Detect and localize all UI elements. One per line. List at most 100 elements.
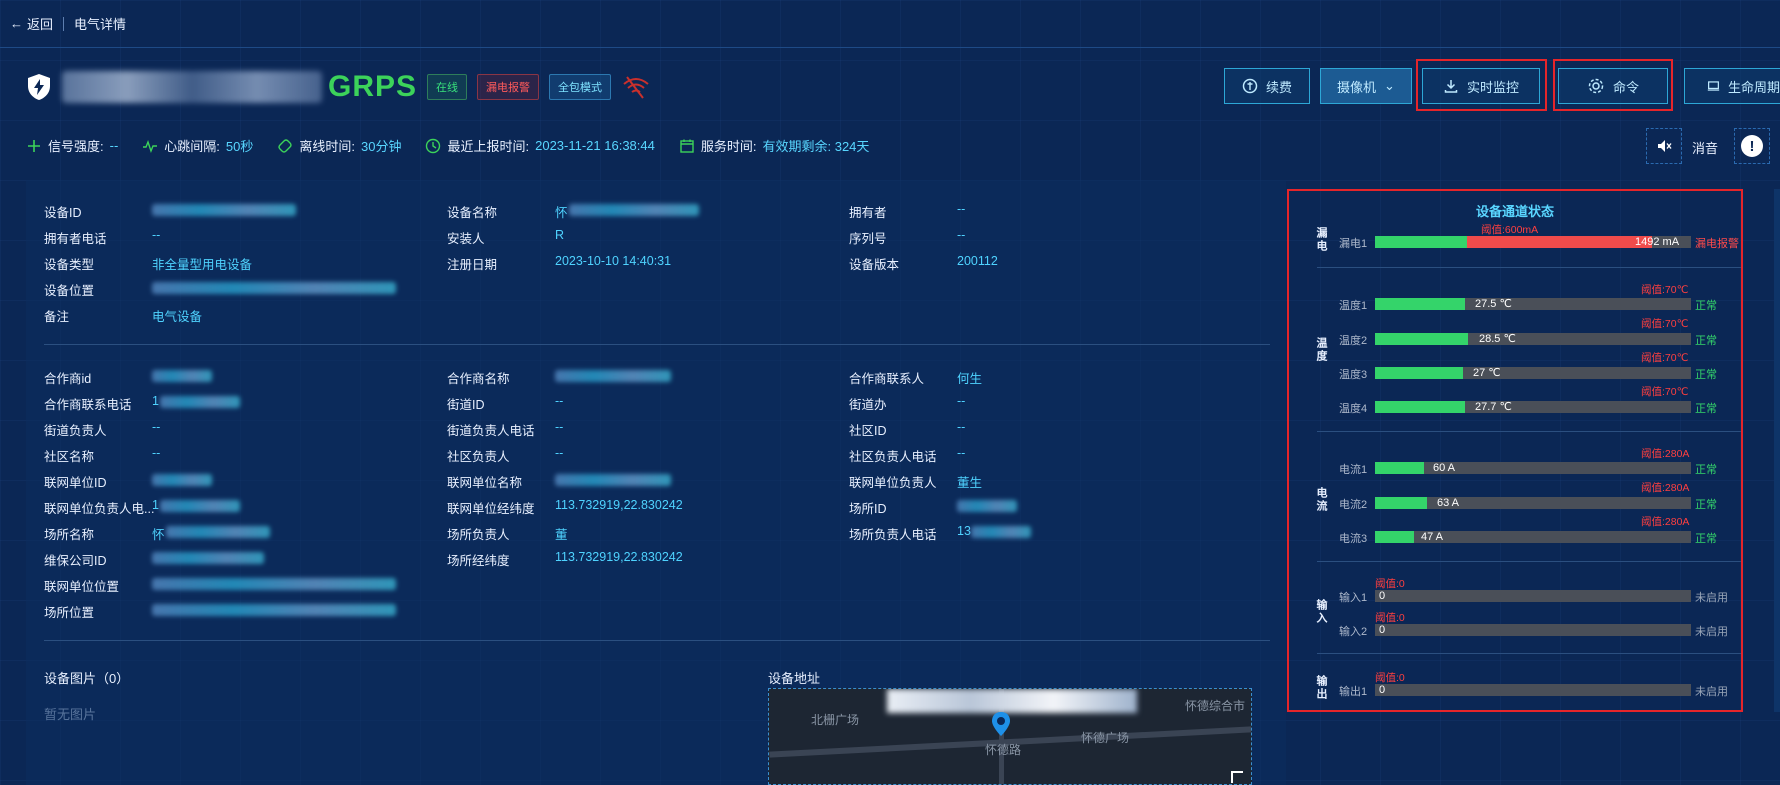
status-badge-mode: 全包模式	[549, 74, 612, 100]
channel-value: 60 A	[1433, 462, 1456, 474]
net-unit-head-phone-redacted	[160, 500, 240, 512]
shield-lightning-icon	[28, 74, 50, 100]
device-name-value: 怀	[555, 206, 568, 220]
channel-bar-fill	[1375, 531, 1414, 543]
owner-phone-label: 拥有者电话	[44, 232, 107, 246]
channel-bar-fill	[1375, 367, 1463, 379]
net-unit-name-redacted	[555, 474, 671, 486]
coin-icon	[1242, 78, 1258, 94]
channel-value: 0	[1379, 590, 1386, 602]
version-label: 设备版本	[849, 258, 900, 272]
last-report-stat: 最近上报时间: 2023-11-21 16:38:44	[425, 136, 655, 155]
exclamation-icon: !	[1741, 135, 1763, 157]
net-unit-location-label: 联网单位位置	[44, 580, 120, 594]
channel-bar-fill	[1375, 497, 1427, 509]
partner-contact-label: 合作商联系人	[849, 372, 925, 386]
group-divider	[1317, 561, 1741, 562]
heartbeat-stat: 心跳间隔: 50秒	[142, 136, 253, 155]
renew-button[interactable]: 续费	[1224, 68, 1310, 104]
scrollbar[interactable]	[1774, 189, 1780, 712]
service-stat: 服务时间: 有效期剩余: 324天	[679, 136, 869, 155]
last-report-label: 最近上报时间:	[447, 139, 530, 154]
channel-value: 27.5 ℃	[1475, 298, 1512, 310]
site-location-label: 场所位置	[44, 606, 95, 620]
register-date-label: 注册日期	[447, 258, 498, 272]
device-title: GRPS	[328, 70, 418, 103]
channel-name: 电流3	[1339, 533, 1368, 545]
community-id-label: 社区ID	[849, 424, 887, 438]
community-head-phone-value: --	[957, 446, 966, 460]
monitor-label: 实时监控	[1466, 79, 1519, 95]
channel-bar-fill	[1375, 333, 1468, 345]
version-value: 200112	[957, 254, 998, 268]
command-button[interactable]: 命令	[1558, 68, 1668, 104]
lifecycle-button[interactable]: 生命周期	[1684, 68, 1780, 104]
channel-status: 漏电报警	[1695, 238, 1739, 250]
channel-bar: 28.5 ℃	[1375, 333, 1691, 345]
speaker-mute-icon	[1658, 140, 1672, 152]
community-head-value: --	[555, 446, 564, 460]
street-office-value: --	[957, 394, 966, 408]
channel-name: 输入2	[1339, 626, 1368, 638]
status-badge-alarm: 漏电报警	[477, 74, 540, 100]
mute-label: 消音	[1692, 141, 1719, 156]
channel-value: 63 A	[1437, 497, 1460, 509]
channel-name: 输出1	[1339, 686, 1368, 698]
device-pictures-title: 设备图片（0）	[44, 671, 130, 686]
channel-value: 0	[1379, 684, 1386, 696]
partner-name-label: 合作商名称	[447, 372, 510, 386]
channel-status: 正常	[1695, 403, 1717, 415]
signal-off-icon	[623, 76, 649, 99]
camera-dropdown[interactable]: 摄像机 ⌄	[1320, 68, 1412, 104]
command-label: 命令	[1612, 79, 1639, 95]
register-date-value: 2023-10-10 14:40:31	[555, 254, 672, 268]
street-head-phone-label: 街道负责人电话	[447, 424, 535, 438]
location-pin-icon[interactable]	[991, 711, 1011, 737]
plus-icon	[28, 139, 40, 152]
device-map[interactable]: 北栅广场 怀德路 怀德广场 怀德综合市	[768, 688, 1252, 785]
serial-label: 序列号	[849, 232, 887, 246]
channel-value: 27.7 ℃	[1475, 401, 1512, 413]
clock-icon	[426, 138, 441, 153]
site-head-phone-redacted	[971, 526, 1031, 538]
maint-company-id-redacted	[152, 552, 264, 564]
section-divider	[44, 344, 1270, 345]
offline-value: 30分钟	[361, 139, 402, 154]
channel-status: 正常	[1695, 335, 1717, 347]
map-label: 北栅广场	[811, 713, 860, 727]
last-report-value: 2023-11-21 16:38:44	[535, 138, 655, 153]
channel-bar-fill	[1375, 462, 1424, 474]
realtime-monitor-button[interactable]: 实时监控	[1422, 68, 1540, 104]
channel-name: 电流2	[1339, 499, 1368, 511]
monitor-icon	[1707, 81, 1720, 91]
channel-bar: 63 A	[1375, 497, 1691, 509]
channel-bar: 1492 mA	[1375, 236, 1691, 248]
channel-status-panel: 设备通道状态 漏电 漏电1 阈值:600mA 1492 mA 漏电报警 温度 阈…	[1287, 189, 1743, 712]
channel-value: 1492 mA	[1635, 236, 1680, 248]
channel-threshold: 阈值:70℃	[1641, 352, 1689, 364]
site-id-redacted	[957, 500, 1017, 512]
community-name-value: --	[152, 446, 161, 460]
channel-bar-fill	[1375, 298, 1465, 310]
heartbeat-value: 50秒	[225, 139, 254, 154]
gear-icon	[1588, 78, 1604, 94]
net-unit-head-phone-value: 1	[152, 498, 159, 512]
mute-button[interactable]	[1646, 128, 1682, 164]
alert-button[interactable]: !	[1734, 128, 1770, 164]
fullscreen-icon[interactable]	[1231, 771, 1243, 783]
remark-label: 备注	[44, 310, 70, 324]
owner-value: --	[957, 202, 966, 216]
back-button[interactable]: ← 返回	[10, 14, 53, 33]
channel-threshold: 阈值:70℃	[1641, 318, 1689, 330]
device-name-redacted	[62, 71, 322, 103]
net-unit-location-redacted	[152, 578, 396, 590]
channel-status: 正常	[1695, 499, 1717, 511]
channel-status-title: 设备通道状态	[1475, 204, 1554, 219]
channel-value: 0	[1379, 624, 1386, 636]
channel-name: 输入1	[1339, 592, 1368, 604]
site-name-value: 怀	[152, 528, 165, 542]
device-id-redacted	[152, 204, 296, 216]
channel-value: 28.5 ℃	[1479, 333, 1516, 345]
signal-label: 信号强度:	[48, 139, 104, 154]
site-id-label: 场所ID	[849, 502, 887, 516]
